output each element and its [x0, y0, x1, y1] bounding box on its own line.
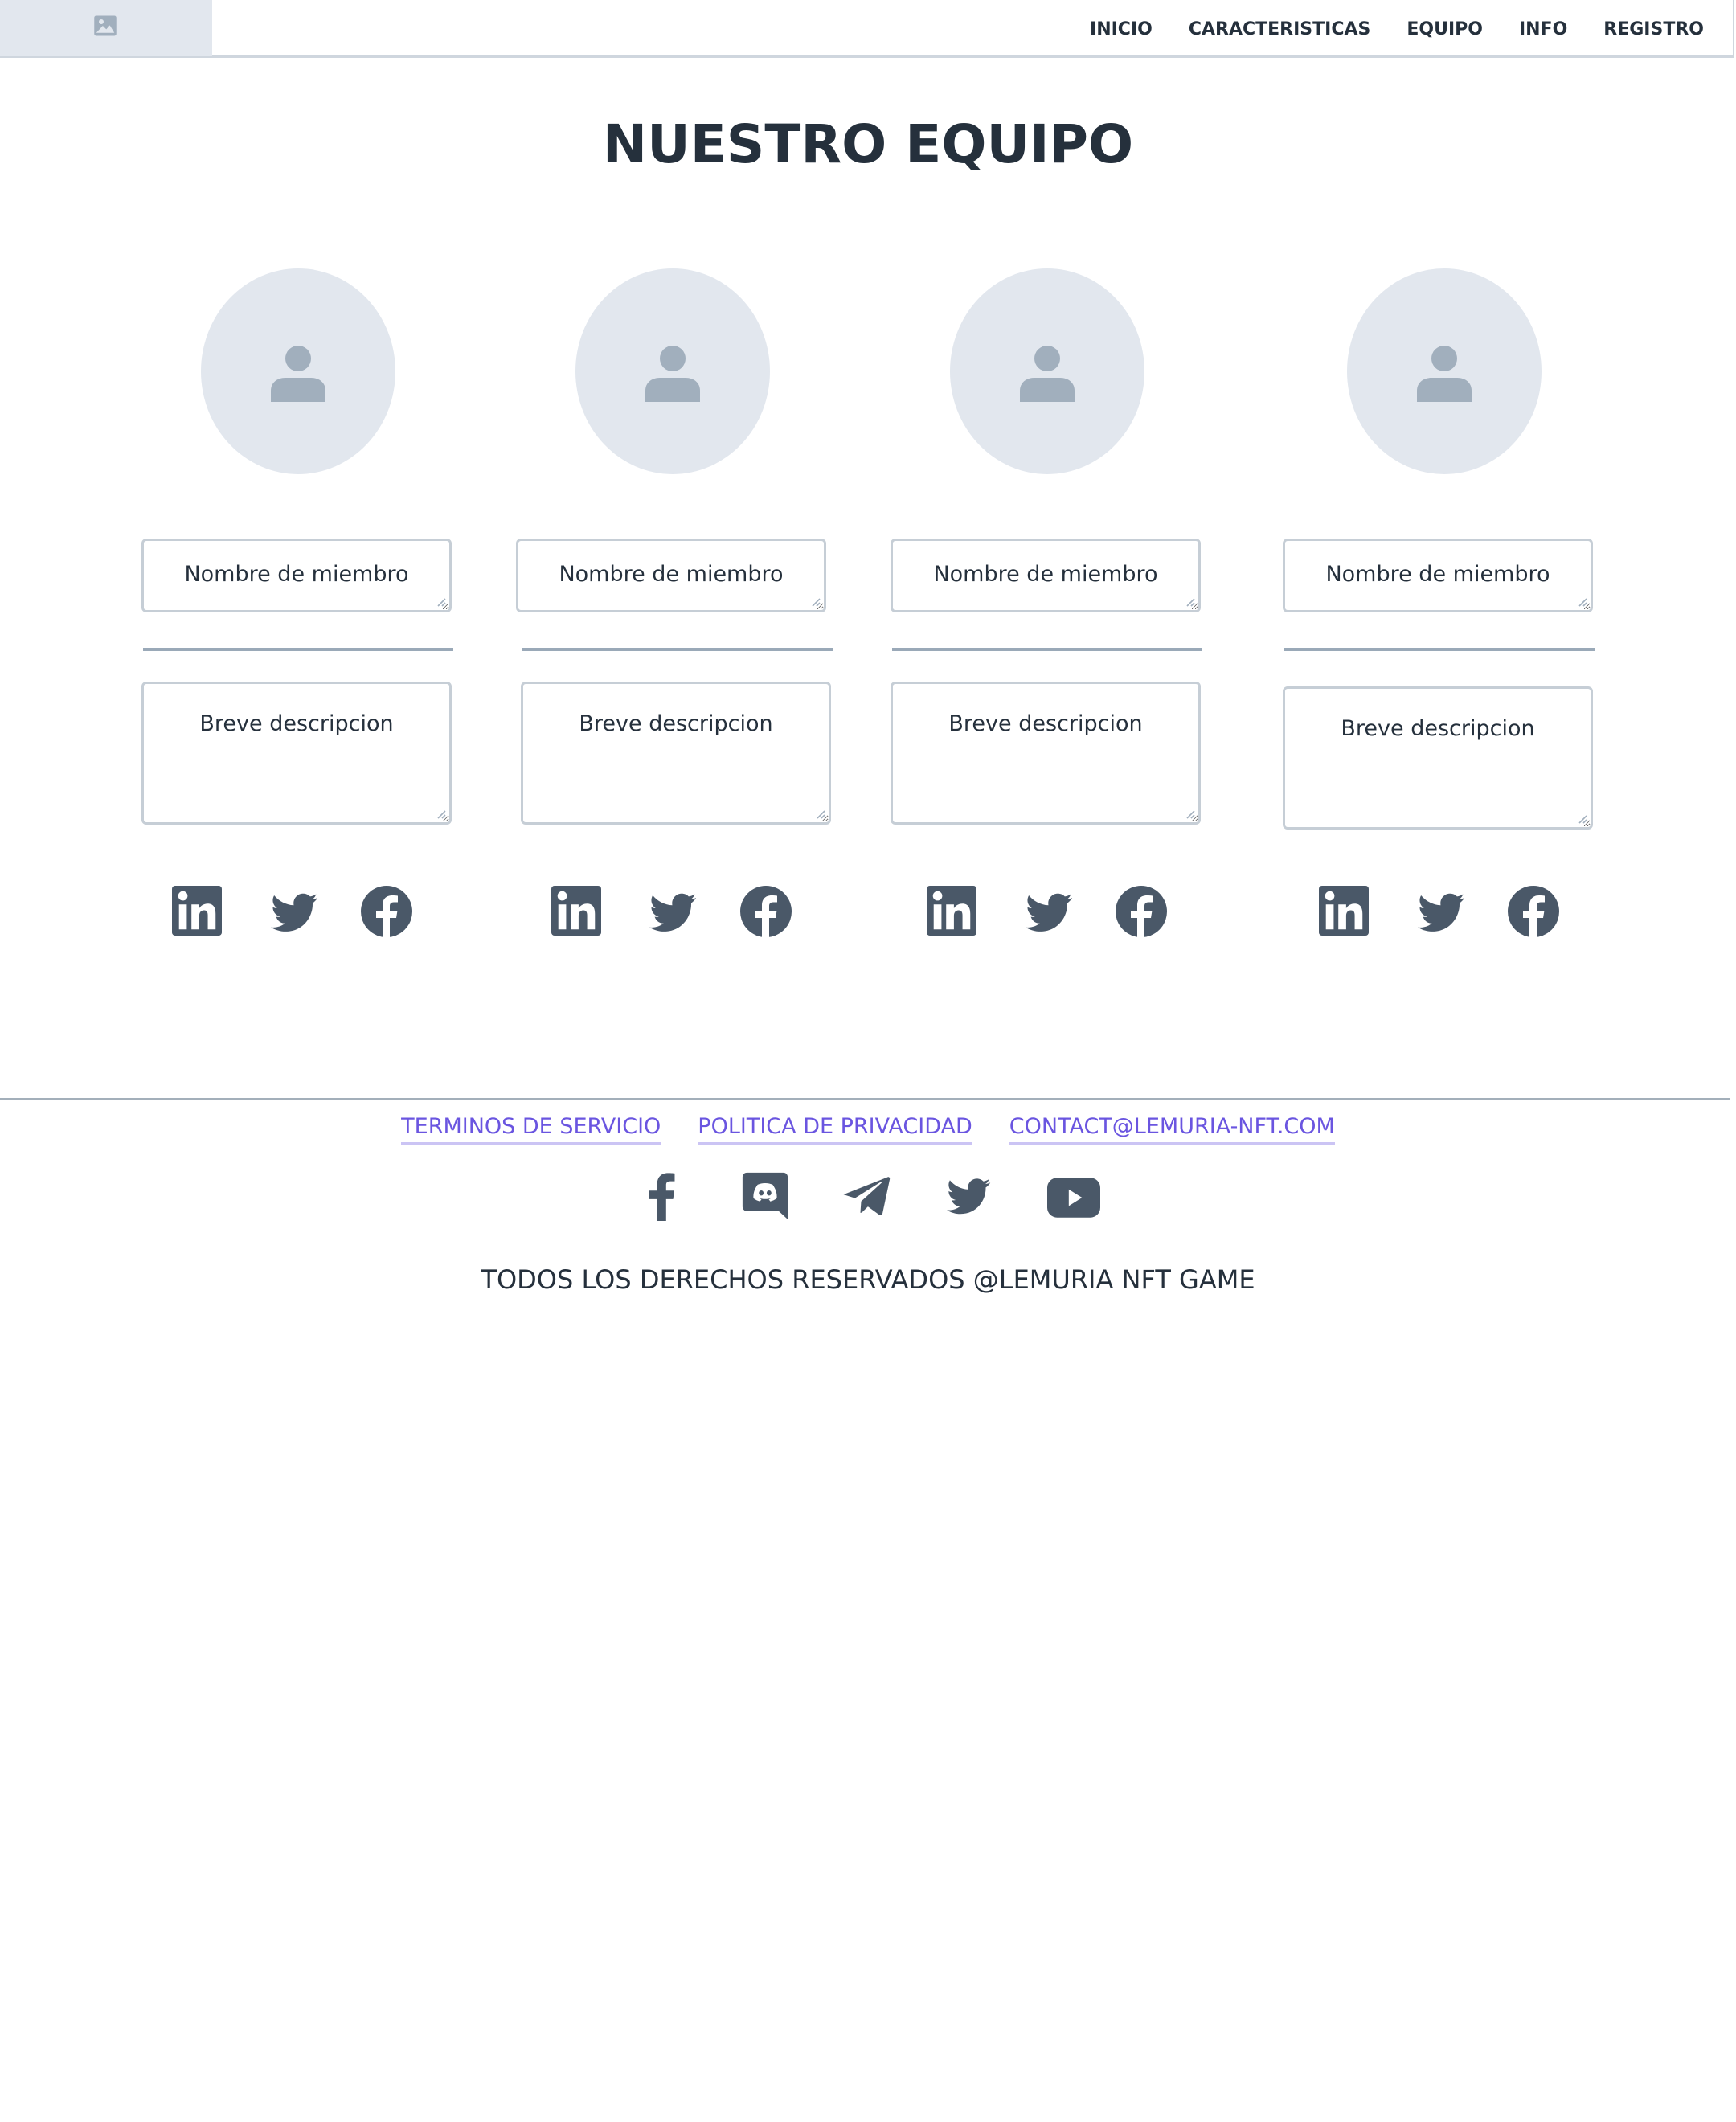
- facebook-icon[interactable]: [1116, 886, 1167, 937]
- member-name-field[interactable]: Nombre de miembro: [141, 539, 452, 612]
- member-social-links: [891, 886, 1204, 942]
- resize-grip-icon[interactable]: [433, 594, 446, 607]
- twitter-icon[interactable]: [944, 1174, 995, 1218]
- twitter-icon[interactable]: [269, 889, 321, 936]
- linkedin-icon[interactable]: [1319, 886, 1369, 936]
- member-description-field[interactable]: Breve descripcion: [1283, 686, 1593, 830]
- nav-item-info[interactable]: INFO: [1519, 19, 1567, 39]
- twitter-icon[interactable]: [1024, 889, 1075, 936]
- linkedin-icon[interactable]: [927, 886, 976, 936]
- member-social-links: [141, 886, 455, 942]
- youtube-icon[interactable]: [1047, 1178, 1100, 1218]
- privacy-policy-link[interactable]: POLITICA DE PRIVACIDAD: [698, 1112, 972, 1145]
- member-name-placeholder: Nombre de miembro: [1325, 562, 1550, 587]
- main-nav: INICIO CARACTERISTICAS EQUIPO INFO REGIS…: [1090, 0, 1704, 58]
- facebook-icon[interactable]: [361, 886, 412, 937]
- resize-grip-icon[interactable]: [1574, 594, 1587, 607]
- member-divider: [892, 648, 1202, 651]
- member-divider: [1284, 648, 1595, 651]
- member-divider: [522, 648, 833, 651]
- linkedin-icon[interactable]: [551, 886, 601, 936]
- member-avatar: [575, 268, 770, 474]
- resize-grip-icon[interactable]: [808, 594, 821, 607]
- telegram-icon[interactable]: [841, 1173, 894, 1219]
- person-icon: [266, 338, 330, 402]
- person-icon: [1412, 338, 1476, 402]
- contact-email-link[interactable]: CONTACT@LEMURIA-NFT.COM: [1009, 1112, 1335, 1145]
- member-divider: [143, 648, 453, 651]
- footer-divider: [0, 1098, 1730, 1100]
- member-avatar: [1347, 268, 1542, 474]
- footer-links: TERMINOS DE SERVICIO POLITICA DE PRIVACI…: [0, 1112, 1736, 1145]
- resize-grip-icon[interactable]: [1574, 811, 1587, 824]
- nav-item-registro[interactable]: REGISTRO: [1603, 19, 1704, 39]
- resize-grip-icon[interactable]: [813, 806, 825, 819]
- member-name-field[interactable]: Nombre de miembro: [891, 539, 1201, 612]
- resize-grip-icon[interactable]: [433, 806, 446, 819]
- resize-grip-icon[interactable]: [1182, 594, 1195, 607]
- member-name-placeholder: Nombre de miembro: [933, 562, 1158, 587]
- member-avatar: [950, 268, 1144, 474]
- member-description-placeholder: Breve descripcion: [1341, 716, 1535, 741]
- nav-item-caracteristicas[interactable]: CARACTERISTICAS: [1189, 19, 1371, 39]
- discord-icon[interactable]: [741, 1170, 789, 1221]
- member-description-field[interactable]: Breve descripcion: [141, 682, 452, 825]
- member-social-links: [516, 886, 829, 942]
- facebook-icon[interactable]: [1508, 886, 1559, 937]
- logo-placeholder[interactable]: [0, 0, 212, 56]
- image-placeholder-icon: [94, 15, 117, 36]
- member-name-placeholder: Nombre de miembro: [559, 562, 784, 587]
- person-icon: [1015, 338, 1079, 402]
- top-navigation-bar: INICIO CARACTERISTICAS EQUIPO INFO REGIS…: [0, 0, 1734, 58]
- resize-grip-icon[interactable]: [1182, 806, 1195, 819]
- footer-social-links: [0, 1170, 1736, 1221]
- member-description-placeholder: Breve descripcion: [199, 711, 394, 736]
- facebook-icon[interactable]: [740, 886, 792, 937]
- person-icon: [641, 338, 705, 402]
- facebook-icon[interactable]: [645, 1171, 678, 1221]
- twitter-icon[interactable]: [1416, 889, 1468, 936]
- member-description-field[interactable]: Breve descripcion: [891, 682, 1201, 825]
- page-title: NUESTRO EQUIPO: [602, 113, 1134, 175]
- nav-item-equipo[interactable]: EQUIPO: [1406, 19, 1483, 39]
- member-name-placeholder: Nombre de miembro: [184, 562, 409, 587]
- member-description-placeholder: Breve descripcion: [579, 711, 773, 736]
- member-description-placeholder: Breve descripcion: [948, 711, 1143, 736]
- linkedin-icon[interactable]: [172, 886, 222, 936]
- member-social-links: [1283, 886, 1596, 942]
- terms-of-service-link[interactable]: TERMINOS DE SERVICIO: [401, 1112, 661, 1145]
- member-name-field[interactable]: Nombre de miembro: [516, 539, 826, 612]
- member-description-field[interactable]: Breve descripcion: [521, 682, 831, 825]
- twitter-icon[interactable]: [648, 889, 699, 936]
- nav-item-inicio[interactable]: INICIO: [1090, 19, 1153, 39]
- member-name-field[interactable]: Nombre de miembro: [1283, 539, 1593, 612]
- member-avatar: [201, 268, 395, 474]
- copyright-text: TODOS LOS DERECHOS RESERVADOS @LEMURIA N…: [481, 1264, 1255, 1295]
